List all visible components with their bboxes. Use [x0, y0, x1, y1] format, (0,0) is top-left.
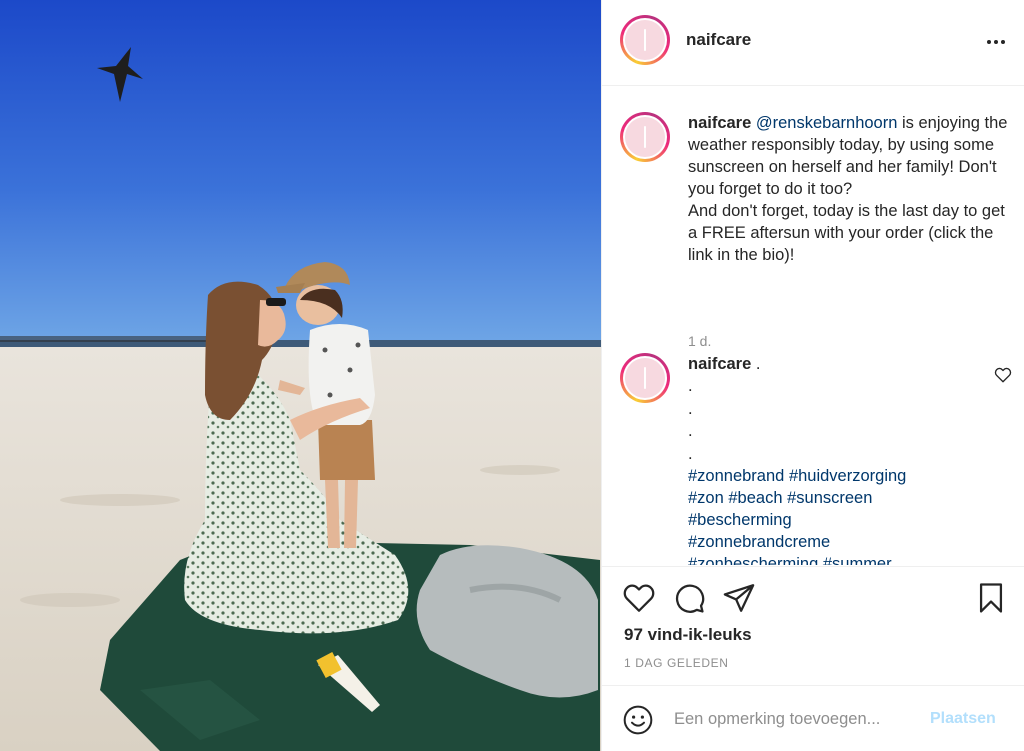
dot-line: .	[688, 377, 693, 395]
action-bar: 97 vind-ik-leuks 1 DAG GELEDEN	[602, 566, 1024, 684]
avatar[interactable]	[620, 15, 670, 65]
hashtag-line: #zonnebrandcreme	[688, 531, 1014, 553]
hashtag-line: #zon #beach #sunscreen	[688, 487, 1014, 509]
mention-link[interactable]: @renskebarnhoorn	[756, 114, 898, 132]
paper-plane-icon[interactable]	[722, 581, 756, 615]
speech-bubble-icon[interactable]	[672, 581, 706, 615]
bookmark-icon[interactable]	[974, 581, 1008, 615]
hashtag-line: #bescherming	[688, 509, 1014, 531]
post-image[interactable]	[0, 0, 601, 751]
post-comment-button[interactable]: Plaatsen	[930, 710, 996, 728]
dot-line: .	[688, 444, 693, 463]
hashtag-link[interactable]: #beach	[728, 489, 782, 507]
comment-body: .	[751, 355, 761, 373]
hashtag-line: #zonbescherming #summer	[688, 553, 1014, 565]
hashtag-line: #zonnebrand #huidverzorging	[688, 465, 1014, 487]
comment-heart-icon[interactable]	[994, 366, 1012, 384]
comment-composer: Plaatsen	[602, 685, 1024, 751]
post-date[interactable]: 1 DAG GELEDEN	[624, 656, 729, 670]
hashtag-link[interactable]: #sunscreen	[787, 489, 872, 507]
comment-input[interactable]	[674, 704, 924, 734]
hashtag-link[interactable]: #zon	[688, 489, 724, 507]
caption-username[interactable]: naifcare	[688, 114, 751, 132]
smiley-icon[interactable]	[622, 704, 654, 736]
dot-line: .	[688, 422, 693, 440]
comment-text: naifcare . . . . . #zonnebrand #huidverz…	[688, 353, 1014, 565]
likes-count[interactable]: 97 vind-ik-leuks	[624, 625, 752, 645]
avatar[interactable]	[620, 353, 670, 403]
hashtag-link[interactable]: #zonbescherming	[688, 555, 818, 565]
avatar[interactable]	[620, 112, 670, 162]
caption-body: is enjoying the weather responsibly toda…	[688, 114, 1008, 264]
comment-username[interactable]: naifcare	[688, 355, 751, 373]
hashtag-link[interactable]: #summer	[823, 555, 892, 565]
caption-text: naifcare @renskebarnhoorn is enjoying th…	[688, 112, 1014, 266]
header-username[interactable]: naifcare	[686, 30, 751, 50]
heart-icon[interactable]	[622, 581, 656, 615]
comments-list[interactable]: naifcare @renskebarnhoorn is enjoying th…	[602, 87, 1024, 565]
beach-photo	[0, 0, 601, 751]
hashtag-link[interactable]: #zonnebrand	[688, 467, 784, 485]
more-options-icon[interactable]	[984, 30, 1008, 54]
post-header: naifcare	[602, 0, 1024, 86]
caption-time[interactable]: 1 d.	[688, 333, 711, 349]
hashtag-link[interactable]: #bescherming	[688, 511, 792, 529]
hashtag-link[interactable]: #zonnebrandcreme	[688, 533, 830, 551]
hashtag-link[interactable]: #huidverzorging	[789, 467, 906, 485]
post-details-panel: naifcare naifcare @renskebarnhoorn is en…	[601, 0, 1024, 751]
dot-line: .	[688, 399, 693, 418]
